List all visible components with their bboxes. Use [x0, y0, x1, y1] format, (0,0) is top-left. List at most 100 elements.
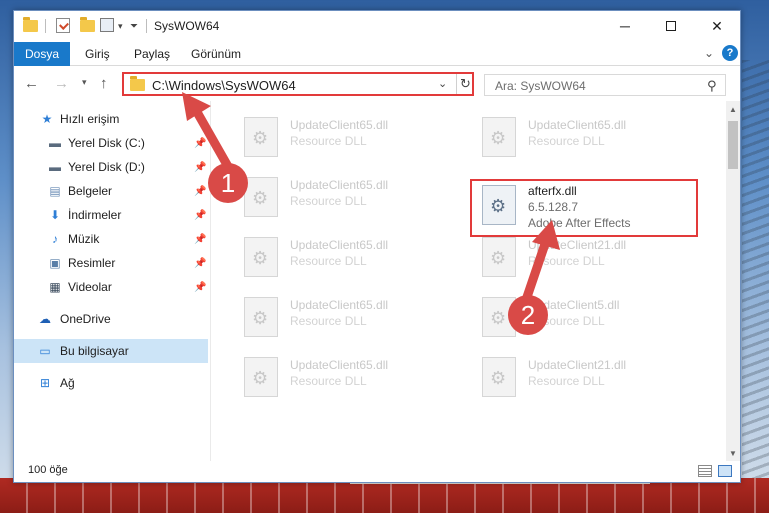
sidebar-item-label: Ağ [60, 376, 75, 390]
scroll-down-icon[interactable]: ▼ [726, 445, 740, 461]
close-button[interactable]: ✕ [694, 11, 740, 41]
scrollbar-thumb[interactable] [728, 121, 738, 169]
file-description: Resource DLL [290, 374, 367, 388]
address-bar[interactable]: C:\Windows\SysWOW64 ⌄ ↻ [122, 72, 474, 96]
window-title: SysWOW64 [154, 19, 220, 33]
sidebar-item-label: Bu bilgisayar [60, 344, 129, 358]
back-arrow-icon[interactable]: ← [24, 75, 39, 92]
highlight-box [470, 179, 698, 237]
file-name: UpdateClient21.dll [528, 238, 627, 252]
pane-splitter[interactable] [210, 101, 211, 461]
sidebar-item-this-pc[interactable]: ▭ Bu bilgisayar [14, 339, 208, 363]
address-path[interactable]: C:\Windows\SysWOW64 [152, 78, 296, 93]
file-name: UpdateClient65.dll [528, 118, 627, 132]
file-name: UpdateClient21.dll [528, 358, 627, 372]
desktop-tree-branches [742, 60, 769, 480]
file-list: UpdateClient65.dll Resource DLL UpdateCl… [214, 101, 726, 461]
toolbar-separator [146, 19, 147, 33]
file-item[interactable]: UpdateClient65.dll Resource DLL [474, 113, 704, 165]
sidebar-item-pictures[interactable]: ▣ Resimler 📌 [14, 251, 208, 275]
pin-icon[interactable]: 📌 [194, 186, 206, 197]
sidebar-item-downloads[interactable]: ⬇ İndirmeler 📌 [14, 203, 208, 227]
step-1-badge: 1 [208, 163, 248, 203]
tab-file[interactable]: Dosya [14, 42, 70, 66]
chevron-down-icon[interactable]: ▾ [118, 18, 123, 34]
search-input[interactable]: Ara: SysWOW64 ⚲ [484, 74, 726, 96]
recent-locations-icon[interactable]: ▾ [82, 77, 87, 88]
pin-icon[interactable]: 📌 [194, 210, 206, 221]
help-icon[interactable]: ? [722, 45, 738, 61]
sidebar-item-music[interactable]: ♪ Müzik 📌 [14, 227, 208, 251]
forward-arrow-icon[interactable]: → [54, 75, 69, 92]
file-item[interactable]: UpdateClient65.dll Resource DLL [236, 233, 466, 285]
item-count: 100 öğe [28, 464, 68, 476]
file-description: Resource DLL [528, 134, 605, 148]
downloads-icon: ⬇ [49, 208, 61, 222]
dll-file-icon [244, 117, 278, 157]
file-item[interactable]: UpdateClient21.dll Resource DLL [474, 233, 704, 285]
dll-file-icon [482, 357, 516, 397]
drive-icon: ▬ [49, 160, 61, 174]
navigation-pane: ★ Hızlı erişim ▬ Yerel Disk (C:) 📌 ▬ Yer… [14, 101, 208, 461]
sidebar-item-onedrive[interactable]: ☁ OneDrive [14, 307, 208, 331]
search-placeholder: Ara: SysWOW64 [495, 79, 586, 93]
step-2-badge: 2 [508, 295, 548, 335]
cloud-icon: ☁ [39, 312, 51, 326]
file-description: Resource DLL [290, 194, 367, 208]
toolbar-separator [45, 19, 46, 33]
sidebar-item-network[interactable]: ⊞ Ağ [14, 371, 208, 395]
sidebar-item-label: Videolar [68, 280, 112, 294]
pin-icon[interactable]: 📌 [194, 162, 206, 173]
navigation-bar: ← → ▾ ↑ C:\Windows\SysWOW64 ⌄ ↻ Ara: Sys… [14, 67, 740, 101]
pin-icon[interactable]: 📌 [194, 282, 206, 293]
sidebar-item-quick-access[interactable]: ★ Hızlı erişim [14, 107, 208, 131]
file-item[interactable]: UpdateClient65.dll Resource DLL [236, 353, 466, 405]
file-item[interactable]: UpdateClient65.dll Resource DLL [236, 293, 466, 345]
pin-icon[interactable]: 📌 [194, 234, 206, 245]
sidebar-item-local-disk-d[interactable]: ▬ Yerel Disk (D:) 📌 [14, 155, 208, 179]
file-name: UpdateClient65.dll [290, 118, 389, 132]
videos-icon: ▦ [49, 280, 61, 294]
pin-icon[interactable]: 📌 [194, 258, 206, 269]
sidebar-item-videos[interactable]: ▦ Videolar 📌 [14, 275, 208, 299]
sidebar-item-local-disk-c[interactable]: ▬ Yerel Disk (C:) 📌 [14, 131, 208, 155]
large-icons-view-icon[interactable] [718, 465, 732, 477]
folder-icon [23, 17, 39, 34]
details-view-icon[interactable] [698, 465, 712, 477]
properties-check-icon[interactable] [56, 18, 70, 33]
tab-home[interactable]: Giriş [85, 47, 110, 61]
scroll-up-icon[interactable]: ▲ [726, 101, 740, 117]
file-name: UpdateClient65.dll [290, 358, 389, 372]
expand-ribbon-icon[interactable]: ⌄ [704, 46, 714, 60]
file-item[interactable]: UpdateClient65.dll Resource DLL [236, 173, 466, 225]
file-item[interactable]: UpdateClient65.dll Resource DLL [236, 113, 466, 165]
vertical-scrollbar[interactable]: ▲ ▼ [726, 101, 740, 461]
tab-share[interactable]: Paylaş [134, 47, 170, 61]
dll-file-icon [244, 177, 278, 217]
maximize-button[interactable] [648, 11, 694, 41]
ribbon-tabs: Dosya Giriş Paylaş Görünüm ⌄ ? [14, 42, 740, 66]
computer-icon: ▭ [39, 344, 51, 358]
sidebar-item-label: Hızlı erişim [60, 112, 120, 126]
sidebar-item-documents[interactable]: ▤ Belgeler 📌 [14, 179, 208, 203]
status-bar: 100 öğe [14, 461, 740, 482]
sidebar-item-label: Belgeler [68, 184, 113, 198]
properties-icon[interactable] [100, 18, 114, 32]
file-item[interactable]: UpdateClient21.dll Resource DLL [474, 353, 704, 405]
up-arrow-icon[interactable]: ↑ [100, 75, 108, 92]
file-description: Resource DLL [528, 254, 605, 268]
new-folder-icon[interactable] [80, 17, 95, 34]
customize-toolbar-icon[interactable]: ⏷ [130, 18, 138, 34]
sidebar-item-label: İndirmeler [68, 208, 122, 222]
file-name: UpdateClient65.dll [290, 238, 389, 252]
tab-view[interactable]: Görünüm [191, 47, 241, 61]
refresh-icon[interactable]: ↻ [456, 74, 474, 94]
chevron-down-icon[interactable]: ⌄ [438, 77, 447, 90]
search-icon[interactable]: ⚲ [707, 78, 717, 94]
explorer-window: ▾ ⏷ SysWOW64 ─ ✕ Dosya Giriş Paylaş Görü… [13, 10, 741, 483]
file-description: Resource DLL [528, 374, 605, 388]
pin-icon[interactable]: 📌 [194, 138, 206, 149]
sidebar-item-label: Yerel Disk (C:) [68, 136, 145, 150]
minimize-button[interactable]: ─ [602, 11, 648, 41]
dll-file-icon [244, 297, 278, 337]
